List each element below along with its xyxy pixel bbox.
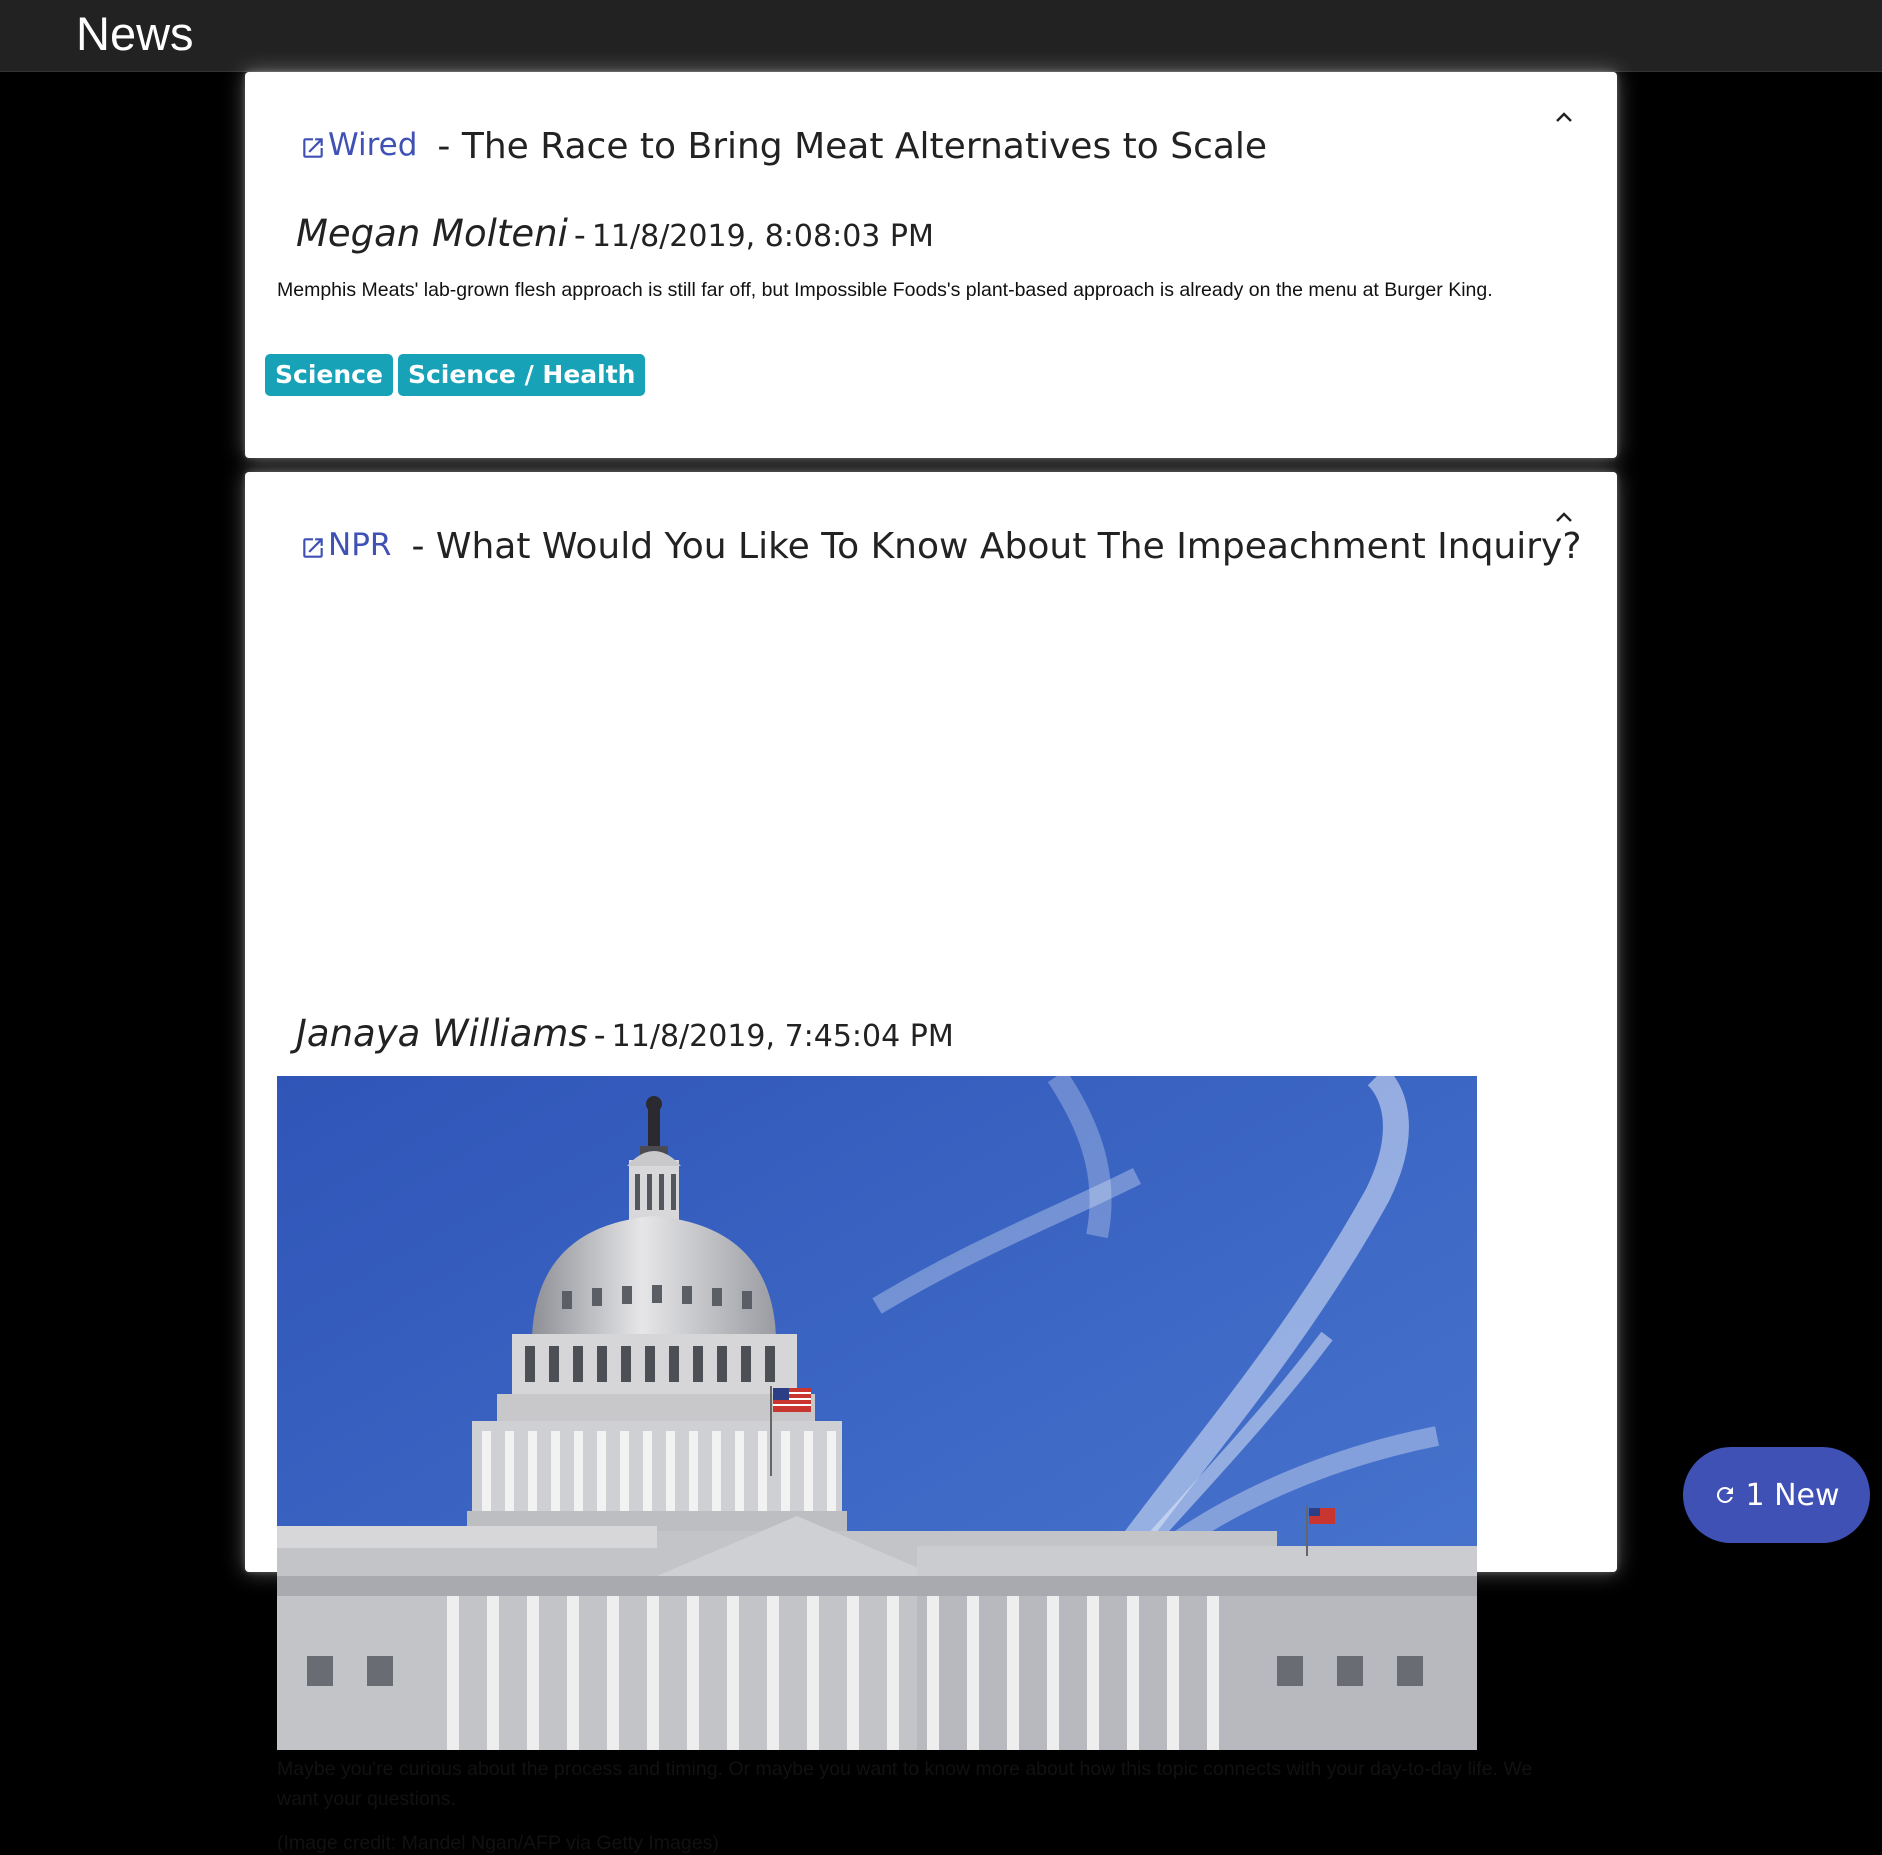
article-byline: Megan Molteni -11/8/2019, 8:08:03 PM (296, 212, 934, 255)
image-credit: (Image credit: Mandel Ngan/AFP via Getty… (277, 1832, 719, 1854)
article-card: NPR - What Would You Like To Know About … (245, 472, 1617, 1854)
collapse-button[interactable] (1549, 102, 1579, 132)
capitol-building-image (277, 1076, 1477, 1750)
article-header: Wired - The Race to Bring Meat Alternati… (300, 126, 1267, 167)
article-header: NPR - What Would You Like To Know About … (300, 526, 1581, 567)
tag-badge[interactable]: Science (265, 354, 393, 396)
article-timestamp: 11/8/2019, 8:08:03 PM (591, 219, 934, 254)
new-button-label: 1 New (1745, 1477, 1840, 1513)
article-headline: - The Race to Bring Meat Alternatives to… (437, 126, 1268, 167)
source-name: NPR (328, 527, 392, 563)
article-card: Wired - The Race to Bring Meat Alternati… (245, 72, 1617, 458)
article-tags: Science Science / Health (265, 354, 646, 396)
article-byline: Janaya Williams -11/8/2019, 7:45:04 PM (296, 1012, 954, 1055)
article-timestamp: 11/8/2019, 7:45:04 PM (611, 1019, 954, 1054)
chevron-up-icon (1556, 512, 1572, 522)
tag-badge[interactable]: Science / Health (397, 354, 646, 396)
article-headline: - What Would You Like To Know About The … (411, 526, 1582, 567)
article-image (277, 1076, 1477, 1750)
source-link[interactable]: Wired (300, 127, 417, 163)
article-summary: Memphis Meats' lab-grown flesh approach … (277, 279, 1493, 301)
load-new-button[interactable]: 1 New (1683, 1447, 1870, 1543)
byline-separator: - (593, 1015, 606, 1054)
byline-separator: - (573, 215, 586, 254)
article-author: Janaya Williams (296, 1012, 588, 1055)
app-header: News (0, 0, 1882, 72)
chevron-up-icon (1556, 112, 1572, 122)
external-link-icon (303, 538, 323, 558)
article-author: Megan Molteni (296, 212, 568, 255)
app-title: News (76, 7, 194, 60)
refresh-icon (1717, 1487, 1734, 1503)
source-name: Wired (328, 127, 418, 163)
external-link-icon (303, 138, 323, 158)
source-link[interactable]: NPR (300, 527, 391, 563)
article-summary: Maybe you're curious about the process a… (277, 1758, 1533, 1810)
